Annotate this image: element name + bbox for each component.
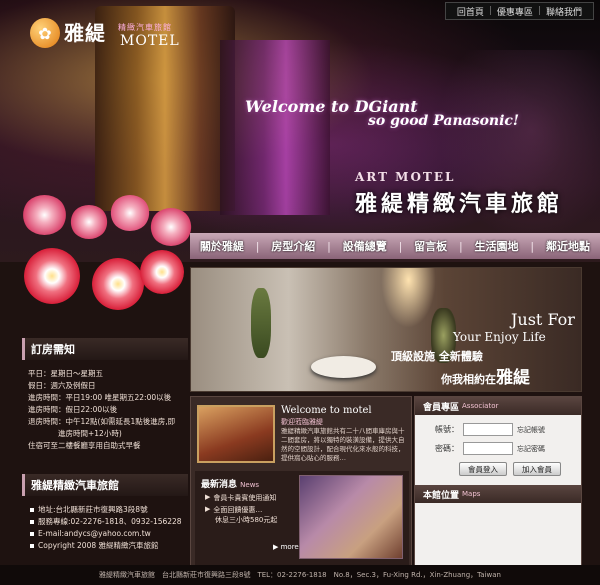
footer: 雅緹精緻汽車旅館 台北縣新莊市復興路三段8號 TEL：02-2276-1818 … <box>0 565 600 585</box>
palm-decoration <box>430 50 600 250</box>
news-room-image[interactable] <box>299 475 403 559</box>
member-header: 會員專區 Associator <box>415 397 581 415</box>
main-nav: 關於雅緹 | 房型介紹 | 設備總覽 | 留言板 | 生活園地 | 鄰近地點 <box>190 233 600 259</box>
booking-header: 訂房需知 <box>22 338 188 360</box>
footer-text: 雅緹精緻汽車旅館 台北縣新莊市復興路三段8號 TEL：02-2276-1818 … <box>99 571 501 579</box>
top-nav-contact[interactable]: 聯絡我們 <box>541 5 587 18</box>
welcome-subtitle: 歡迎蒞臨雅緹 <box>281 418 323 426</box>
welcome-line-2: so good Panasonic! <box>368 113 520 129</box>
contact-info: 地址:台北縣新莊市復興路3段8號 服務專線:02-2276-1818、0932-… <box>30 504 190 552</box>
news-block: 最新消息 News ▶ 會員卡貴賓使用通知 ▶ 全面回饋優惠… 休息三小時580元起… <box>195 471 409 567</box>
banner-line-2-prefix: 你我相約在 <box>441 373 496 386</box>
password-row: 密碼： 忘記密碼 <box>421 442 545 455</box>
banner-line-1: 頂級設施 全新體驗 <box>391 350 483 363</box>
nav-rooms[interactable]: 房型介紹 <box>271 238 315 254</box>
contact-title: 雅緹精緻汽車旅館 <box>31 479 119 492</box>
account-row: 帳號： 忘記帳號 <box>421 423 545 436</box>
nav-nearby[interactable]: 鄰近地點 <box>546 238 590 254</box>
banner-just-for: Just For <box>511 310 575 329</box>
news-item[interactable]: ▶ 全面回饋優惠… <box>205 505 262 515</box>
divider: | <box>327 239 331 253</box>
more-link[interactable]: ▶ more <box>273 543 299 551</box>
bullet-icon <box>30 544 34 548</box>
booking-section: 訂房需知 平日：星期日～星期五 假日：週六及例假日 進房時間：平日19:00 唯… <box>22 338 188 460</box>
divider: | <box>530 239 535 253</box>
plant-image <box>251 288 271 358</box>
member-panel: 會員專區 Associator 帳號： 忘記帳號 密碼： 忘記密碼 會員登入 加入… <box>414 396 582 570</box>
welcome-body: 雅緹精緻汽車旅館共有二十八間車庫房與十二間套房，將以獨特的裝潢設備，提供大自然的… <box>281 427 405 462</box>
booking-line: 進房時間：假日22:00以後 <box>28 405 118 414</box>
nav-guestbook[interactable]: 留言板 <box>414 238 447 254</box>
nav-facilities[interactable]: 設備總覽 <box>343 238 387 254</box>
account-label: 帳號： <box>435 425 459 434</box>
bullet-icon <box>30 532 34 536</box>
arrow-icon: ▶ <box>205 493 211 501</box>
logo-motel: MOTEL <box>120 33 180 49</box>
booking-line: 進房時間：平日19:00 唯星期五22:00以後 <box>28 393 172 402</box>
forgot-account-link[interactable]: 忘記帳號 <box>517 425 545 435</box>
logo[interactable]: ✿ 雅緹 <box>30 18 106 48</box>
hotel-name-heading: 雅緹精緻汽車旅館 <box>355 191 564 217</box>
logo-subtitle: 精緻汽車旅館 <box>118 23 172 32</box>
room-thumbnail[interactable] <box>197 405 275 463</box>
art-motel-label: ART MOTEL <box>355 170 456 184</box>
top-nav: 回首頁 | 優惠專區 | 聯絡我們 <box>444 2 594 20</box>
contact-email[interactable]: E-mail:andycs@yahoo.com.tw <box>30 528 190 540</box>
welcome-block: Welcome to motel 歡迎蒞臨雅緹 雅緹精緻汽車旅館共有二十八間車庫… <box>195 401 409 467</box>
maps-header: 本館位置 Maps <box>415 485 581 503</box>
booking-line: 住宿可至二樓餐廳享用自助式早餐 <box>28 441 141 450</box>
neon-tower-image <box>220 40 330 215</box>
booking-line: 退房時間：中午12點(如需延長1點後進房,即 <box>28 417 176 426</box>
bullet-icon <box>30 520 34 524</box>
booking-info: 平日：星期日～星期五 假日：週六及例假日 進房時間：平日19:00 唯星期五22… <box>22 360 188 460</box>
bathtub-image <box>311 356 376 378</box>
booking-line: 假日：週六及例假日 <box>28 381 96 390</box>
nav-life[interactable]: 生活園地 <box>475 238 519 254</box>
booking-line: 平日：星期日～星期五 <box>28 369 103 378</box>
join-button[interactable]: 加入會員 <box>513 462 561 476</box>
bullet-icon <box>30 508 34 512</box>
booking-title: 訂房需知 <box>31 343 75 356</box>
center-content: Welcome to motel 歡迎蒞臨雅緹 雅緹精緻汽車旅館共有二十八間車庫… <box>190 396 412 570</box>
contact-header: 雅緹精緻汽車旅館 <box>22 474 188 496</box>
arrow-icon: ▶ <box>205 505 211 513</box>
page: { "header": { "logo_name": "雅緹", "logo_s… <box>0 0 600 585</box>
banner-line-2-big: 雅緹 <box>496 368 530 388</box>
divider: | <box>398 239 403 253</box>
contact-copyright: Copyright 2008 雅緹精緻汽車旅館 <box>30 540 190 552</box>
password-label: 密碼： <box>435 444 459 453</box>
contact-address: 地址:台北縣新莊市復興路3段8號 <box>30 504 190 516</box>
contact-phone: 服務專線:02-2276-1818、0932-156228 <box>30 516 190 528</box>
booking-line: 進房時間+12小時) <box>28 429 122 438</box>
logo-name: 雅緹 <box>64 21 106 45</box>
login-button[interactable]: 會員登入 <box>459 462 507 476</box>
banner-enjoy: Your Enjoy Life <box>453 330 546 344</box>
news-item[interactable]: ▶ 會員卡貴賓使用通知 <box>205 493 276 503</box>
news-title: 最新消息 News <box>201 480 260 490</box>
forgot-password-link[interactable]: 忘記密碼 <box>517 444 545 454</box>
logo-icon: ✿ <box>30 18 60 48</box>
divider: | <box>255 239 260 253</box>
welcome-title: Welcome to motel <box>281 405 372 416</box>
lamp-glow <box>381 268 436 328</box>
password-input[interactable] <box>463 442 513 455</box>
top-nav-offers[interactable]: 優惠專區 <box>492 5 538 18</box>
nav-about[interactable]: 關於雅緹 <box>200 238 244 254</box>
top-nav-home[interactable]: 回首頁 <box>452 5 489 18</box>
divider: | <box>458 239 463 253</box>
news-item-detail: 休息三小時580元起 <box>215 516 278 524</box>
banner-line-2: 你我相約在雅緹 <box>441 363 530 388</box>
room-banner: Just For Your Enjoy Life 頂級設施 全新體驗 你我相約在… <box>190 267 582 392</box>
account-input[interactable] <box>463 423 513 436</box>
